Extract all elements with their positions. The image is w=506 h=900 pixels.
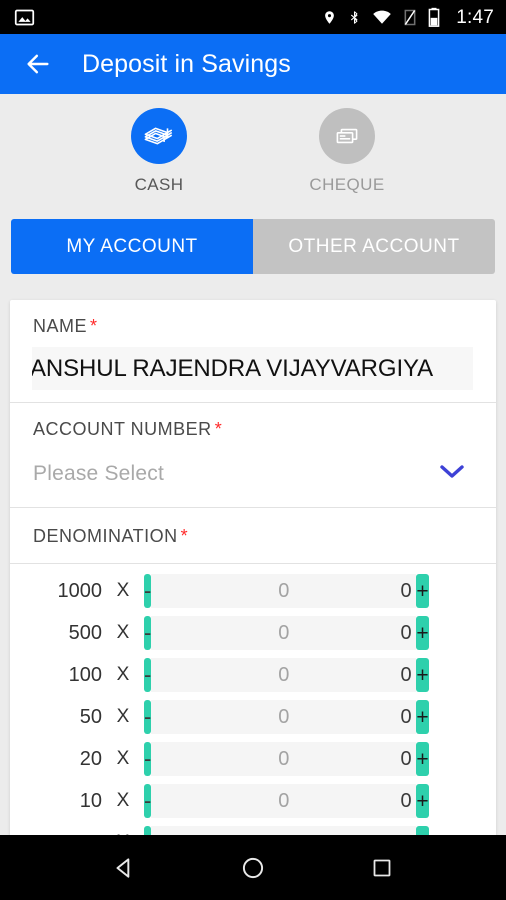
mode-option-cheque[interactable]: CHEQUE	[292, 108, 402, 195]
denomination-stepper: -+	[144, 658, 429, 692]
deposit-mode-selector: CASH CHEQUE	[0, 94, 506, 204]
nav-recents-button[interactable]	[354, 840, 410, 896]
bluetooth-icon	[351, 10, 358, 24]
denomination-stepper: -+	[144, 616, 429, 650]
denomination-stepper: -+	[144, 742, 429, 776]
multiply-symbol: X	[116, 706, 130, 727]
name-input-value: ANSHUL RAJENDRA VIJAYVARGIYA	[32, 354, 434, 382]
multiply-symbol: X	[116, 664, 130, 685]
denomination-row: 100 X -+0	[10, 654, 496, 696]
cheque-icon-circle	[319, 108, 375, 164]
account-number-field-group: ACCOUNT NUMBER * Please Select	[10, 403, 496, 495]
status-bar: 1:47	[0, 0, 506, 34]
page-title: Deposit in Savings	[82, 49, 291, 78]
cash-stack-icon	[144, 127, 173, 145]
wifi-icon	[373, 10, 392, 24]
denomination-total: 0	[400, 789, 412, 812]
denomination-amount: 100	[68, 663, 102, 686]
tab-my-account[interactable]: MY ACCOUNT	[11, 219, 253, 274]
name-field-group: NAME * ANSHUL RAJENDRA VIJAYVARGIYA	[10, 300, 496, 390]
decrement-button[interactable]: -	[144, 658, 152, 692]
decrement-button[interactable]: -	[144, 784, 152, 818]
app-screen: 1:47 Deposit in Savings CASH CHEQUE MY A…	[0, 0, 506, 900]
denomination-row: 500 X -+0	[10, 612, 496, 654]
multiply-symbol: X	[116, 748, 130, 769]
denomination-total: 0	[400, 579, 412, 602]
deposit-form-card: NAME * ANSHUL RAJENDRA VIJAYVARGIYA ACCOU…	[10, 300, 496, 864]
signal-off-icon	[404, 9, 416, 25]
account-number-select[interactable]: Please Select	[33, 453, 473, 495]
decrement-button[interactable]: -	[144, 574, 152, 608]
denomination-row: 1000 X -+0	[10, 570, 496, 612]
denomination-header: DENOMINATION *	[10, 508, 496, 563]
nav-home-button[interactable]	[225, 840, 281, 896]
image-icon	[14, 9, 35, 25]
denomination-stepper: -+	[144, 700, 429, 734]
denomination-amount: 1000	[57, 579, 103, 602]
multiply-symbol: X	[116, 790, 130, 811]
name-label-text: NAME	[33, 316, 88, 336]
denomination-amount: 10	[79, 789, 102, 812]
nav-back-button[interactable]	[96, 840, 152, 896]
nav-home-circle-icon	[242, 857, 264, 878]
status-bar-left-icons	[14, 7, 35, 28]
denomination-total: 0	[400, 663, 412, 686]
nav-recents-square-icon	[373, 859, 391, 876]
name-input[interactable]: ANSHUL RAJENDRA VIJAYVARGIYA	[32, 347, 473, 390]
cheque-icon	[336, 128, 358, 144]
denomination-row: 20 X -+0	[10, 738, 496, 780]
denomination-stepper: -+	[144, 784, 429, 818]
chevron-down-icon[interactable]	[438, 463, 466, 486]
mode-option-cash[interactable]: CASH	[104, 108, 214, 195]
arrow-left-icon	[27, 54, 49, 74]
denomination-amount: 50	[79, 705, 102, 728]
back-button[interactable]	[16, 42, 60, 86]
account-number-required-asterisk: *	[214, 419, 223, 439]
app-bar: Deposit in Savings	[0, 34, 506, 94]
denomination-total: 0	[400, 621, 412, 644]
multiply-symbol: X	[116, 580, 130, 601]
denomination-total: 0	[400, 747, 412, 770]
name-field-label: NAME *	[33, 316, 473, 337]
status-bar-clock: 1:47	[456, 6, 494, 28]
decrement-button[interactable]: -	[144, 742, 152, 776]
name-required-asterisk: *	[90, 316, 98, 336]
status-bar-right-icons: 1:47	[322, 7, 494, 27]
account-number-field-label: ACCOUNT NUMBER *	[33, 419, 473, 440]
multiply-symbol: X	[116, 622, 130, 643]
denomination-row: 10 X -+0	[10, 780, 496, 822]
denomination-label-text: DENOMINATION	[33, 526, 178, 546]
decrement-button[interactable]: -	[144, 616, 152, 650]
denomination-field-label: DENOMINATION *	[33, 526, 473, 547]
denomination-rows: 1000X-+0500X-+0100X-+050X-+020X-+010X-+0…	[10, 563, 496, 864]
tab-other-account[interactable]: OTHER ACCOUNT	[253, 219, 495, 274]
android-nav-bar	[0, 835, 506, 900]
cash-icon-circle	[131, 108, 187, 164]
denomination-required-asterisk: *	[180, 526, 189, 546]
decrement-button[interactable]: -	[144, 700, 152, 734]
denomination-row: 50 X -+0	[10, 696, 496, 738]
location-icon	[325, 10, 335, 24]
nav-back-triangle-icon	[116, 857, 130, 878]
denomination-stepper: -+	[144, 574, 429, 608]
account-number-placeholder: Please Select	[33, 462, 165, 485]
denomination-total: 0	[400, 705, 412, 728]
account-number-label-text: ACCOUNT NUMBER	[33, 419, 212, 439]
denomination-amount: 500	[68, 621, 102, 644]
mode-label-cheque: CHEQUE	[309, 175, 385, 194]
denomination-amount: 20	[79, 747, 102, 770]
mode-label-cash: CASH	[134, 175, 184, 194]
battery-icon	[428, 7, 440, 27]
account-type-tabs: MY ACCOUNT OTHER ACCOUNT	[11, 219, 495, 274]
